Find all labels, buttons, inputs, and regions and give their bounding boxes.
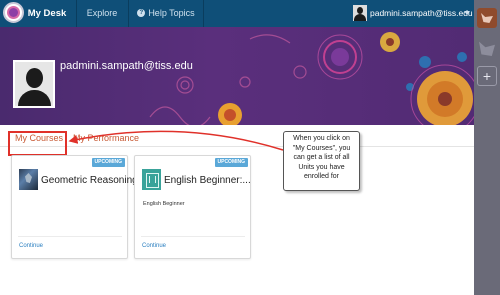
add-app-icon[interactable]: + xyxy=(477,66,497,86)
annotation-arrow xyxy=(68,130,284,151)
right-app-rail xyxy=(474,0,500,295)
fox-app-icon[interactable] xyxy=(477,8,497,28)
annotation-callout: When you click on "My Courses", you can … xyxy=(283,131,360,191)
